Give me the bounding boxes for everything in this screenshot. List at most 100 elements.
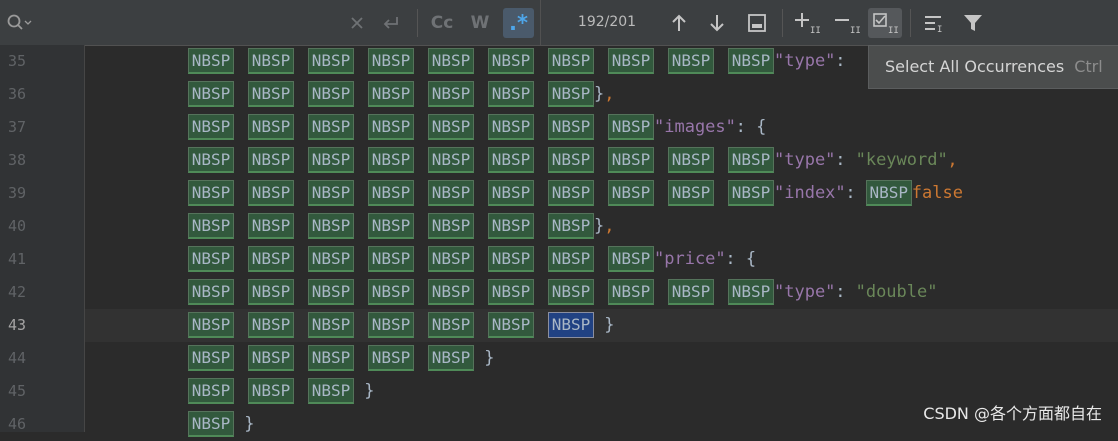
nbsp-match[interactable]: NBSP [248,81,294,107]
filter-results-icon[interactable]: I [918,0,950,45]
nbsp-match[interactable]: NBSP [488,279,534,305]
nbsp-match[interactable]: NBSP [548,81,594,107]
regex-option[interactable]: .* [503,8,534,38]
nbsp-match[interactable]: NBSP [488,180,534,206]
select-all-occurrences-icon[interactable]: II [868,8,902,38]
nbsp-match[interactable]: NBSP [728,147,774,173]
nbsp-match[interactable]: NBSP [308,279,354,305]
nbsp-match[interactable]: NBSP [188,378,234,404]
nbsp-match[interactable]: NBSP [548,48,594,74]
code-line[interactable]: NBSP NBSP NBSP NBSP NBSP NBSP NBSP NBSP NBSP NBSP… [85,276,1118,309]
nbsp-match[interactable]: NBSP [548,213,594,239]
nbsp-match[interactable]: NBSP [308,213,354,239]
nbsp-match[interactable]: NBSP [488,114,534,140]
nbsp-match[interactable]: NBSP [248,312,294,338]
nbsp-match[interactable]: NBSP [188,180,234,206]
nbsp-match[interactable]: NBSP [608,246,654,272]
nbsp-match[interactable]: NBSP [308,147,354,173]
nbsp-match[interactable]: NBSP [548,180,594,206]
next-occurrence-icon[interactable] [703,0,731,45]
search-icon[interactable] [4,0,34,45]
nbsp-match[interactable]: NBSP [248,378,294,404]
nbsp-match[interactable]: NBSP [668,48,714,74]
nbsp-match[interactable]: NBSP [188,114,234,140]
nbsp-match[interactable]: NBSP [188,279,234,305]
nbsp-match[interactable]: NBSP [548,147,594,173]
nbsp-match[interactable]: NBSP [428,279,474,305]
match-case-option[interactable]: Cc [426,0,458,45]
nbsp-match[interactable]: NBSP [188,312,234,338]
nbsp-match[interactable]: NBSP [188,48,234,74]
nbsp-match[interactable]: NBSP [248,246,294,272]
nbsp-match[interactable]: NBSP [548,114,594,140]
nbsp-match[interactable]: NBSP [248,48,294,74]
nbsp-match[interactable]: NBSP [428,345,474,371]
add-occurrence-icon[interactable]: II [790,0,824,45]
nbsp-match[interactable]: NBSP [428,114,474,140]
nbsp-match[interactable]: NBSP [608,180,654,206]
nbsp-match[interactable]: NBSP [308,312,354,338]
nbsp-match[interactable]: NBSP [308,114,354,140]
nbsp-match[interactable]: NBSP [368,48,414,74]
nbsp-match[interactable]: NBSP [248,279,294,305]
nbsp-match[interactable]: NBSP [188,411,234,437]
code-line[interactable]: NBSP NBSP NBSP NBSP NBSP } [85,342,1118,375]
nbsp-match[interactable]: NBSP [488,81,534,107]
nbsp-match[interactable]: NBSP [368,312,414,338]
code-line[interactable]: NBSP NBSP NBSP NBSP NBSP NBSP NBSP } [85,309,1118,342]
nbsp-match[interactable]: NBSP [188,81,234,107]
nbsp-match[interactable]: NBSP [368,345,414,371]
nbsp-match[interactable]: NBSP [248,114,294,140]
nbsp-match[interactable]: NBSP [368,213,414,239]
nbsp-match-selected[interactable]: NBSP [548,312,594,338]
nbsp-match[interactable]: NBSP [308,378,354,404]
nbsp-match[interactable]: NBSP [368,279,414,305]
nbsp-match[interactable]: NBSP [608,147,654,173]
nbsp-match[interactable]: NBSP [668,279,714,305]
nbsp-match[interactable]: NBSP [308,48,354,74]
nbsp-match[interactable]: NBSP [188,246,234,272]
nbsp-match[interactable]: NBSP [548,246,594,272]
nbsp-match[interactable]: NBSP [428,180,474,206]
nbsp-match[interactable]: NBSP [488,246,534,272]
nbsp-match[interactable]: NBSP [188,147,234,173]
nbsp-match[interactable]: NBSP [428,48,474,74]
nbsp-match[interactable]: NBSP [428,246,474,272]
replace-history-icon[interactable] [377,0,405,45]
nbsp-match[interactable]: NBSP [608,48,654,74]
clear-icon[interactable] [345,0,369,45]
nbsp-match[interactable]: NBSP [248,147,294,173]
search-field[interactable]: Cc W .* [0,0,541,45]
nbsp-match[interactable]: NBSP [428,147,474,173]
filter-icon[interactable] [958,0,988,45]
nbsp-match[interactable]: NBSP [668,147,714,173]
prev-occurrence-icon[interactable] [665,0,693,45]
nbsp-match[interactable]: NBSP [248,180,294,206]
nbsp-match[interactable]: NBSP [308,180,354,206]
nbsp-match[interactable]: NBSP [608,114,654,140]
nbsp-match[interactable]: NBSP [668,180,714,206]
code-line[interactable]: NBSP NBSP NBSP NBSP NBSP NBSP NBSP NBSP "price":… [85,243,1118,276]
nbsp-match[interactable]: NBSP [488,312,534,338]
nbsp-match[interactable]: NBSP [428,81,474,107]
nbsp-match[interactable]: NBSP [728,180,774,206]
nbsp-match[interactable]: NBSP [368,81,414,107]
nbsp-match[interactable]: NBSP [865,180,912,206]
nbsp-match[interactable]: NBSP [608,279,654,305]
nbsp-match[interactable]: NBSP [488,213,534,239]
code-line[interactable]: NBSP NBSP NBSP NBSP NBSP NBSP NBSP NBSP "images"… [85,111,1118,144]
nbsp-match[interactable]: NBSP [728,48,774,74]
code-line[interactable]: NBSP NBSP NBSP NBSP NBSP NBSP NBSP NBSP NBSP NBSP… [85,144,1118,177]
nbsp-match[interactable]: NBSP [728,279,774,305]
nbsp-match[interactable]: NBSP [488,48,534,74]
nbsp-match[interactable]: NBSP [548,279,594,305]
nbsp-match[interactable]: NBSP [368,114,414,140]
nbsp-match[interactable]: NBSP [308,345,354,371]
code-line[interactable]: NBSP NBSP NBSP NBSP NBSP NBSP NBSP}, [85,210,1118,243]
code-editor[interactable]: NBSP NBSP NBSP NBSP NBSP NBSP NBSP NBSP NBSP NBSP… [85,45,1118,437]
nbsp-match[interactable]: NBSP [248,345,294,371]
nbsp-match[interactable]: NBSP [488,147,534,173]
nbsp-match[interactable]: NBSP [368,180,414,206]
nbsp-match[interactable]: NBSP [428,312,474,338]
nbsp-match[interactable]: NBSP [188,345,234,371]
